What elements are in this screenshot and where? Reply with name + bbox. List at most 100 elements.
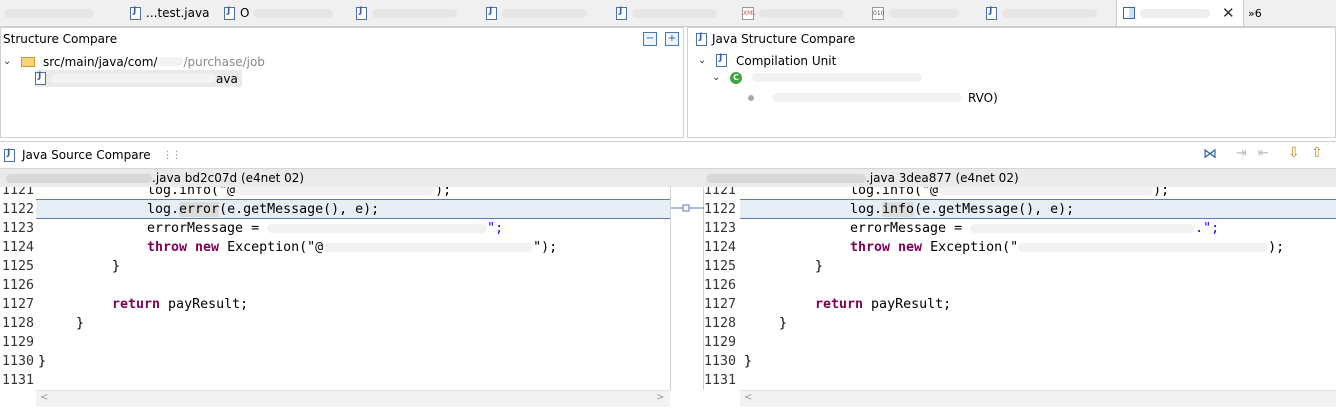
class-icon: C <box>730 71 742 84</box>
java-source-compare-header: Java Source Compare ⋮⋮ ⋈ ⇥ ⇤ ⇩ ⇧ <box>0 141 1336 167</box>
line-number: 1129 <box>2 335 35 350</box>
editor-tab[interactable]: XML <box>742 0 862 26</box>
code-line-changed: log.info(e.getMessage(), e); <box>850 202 1075 217</box>
structure-compare-header: Structure Compare <box>1 28 683 50</box>
xml-file-icon: XML <box>742 6 756 20</box>
tree-item-file[interactable]: ava <box>35 70 242 87</box>
line-number: 1127 <box>704 297 737 312</box>
package-folder-icon <box>21 56 35 67</box>
line-number: 1123 <box>2 221 35 236</box>
diff-connector <box>671 204 705 212</box>
code-line: errorMessage = ."; <box>850 221 1220 236</box>
java-file-icon <box>696 32 707 46</box>
copy-all-left-icon[interactable]: ⇤ <box>1258 146 1269 161</box>
line-number: 1127 <box>2 297 35 312</box>
java-file-icon <box>986 6 997 20</box>
line-number: 1123 <box>704 221 737 236</box>
line-number: 1122 <box>2 202 35 217</box>
editor-tab[interactable] <box>986 0 1110 26</box>
editor-tab-active[interactable]: ✕ <box>1116 0 1244 26</box>
compare-editor-icon <box>1123 7 1135 19</box>
java-file-icon <box>486 6 497 20</box>
code-line: log.info("@); <box>147 187 452 198</box>
next-difference-icon[interactable]: ⇩ <box>1288 145 1300 161</box>
scroll-left-icon[interactable]: < <box>40 392 48 403</box>
java-file-icon <box>356 6 367 20</box>
tree-item-method[interactable]: RVO) <box>748 89 998 106</box>
left-horizontal-scrollbar[interactable]: < > <box>36 390 670 407</box>
code-line: } <box>815 259 824 274</box>
editor-tab-bar: ...test.java O XML 010 <box>0 0 1336 27</box>
right-file-header: .java 3dea877 (e4net 02) <box>704 168 1336 187</box>
tree-item-compilation-unit[interactable]: ⌄ Compilation Unit <box>698 52 836 69</box>
code-line: return payResult; <box>815 297 952 312</box>
editor-tab[interactable]: ...test.java <box>130 0 220 26</box>
line-number: 1126 <box>704 278 737 293</box>
view-title: Java Source Compare <box>22 148 151 162</box>
chevron-down-icon: ⌄ <box>698 55 707 66</box>
view-title: Structure Compare <box>3 32 118 46</box>
code-line: } <box>744 354 753 369</box>
class-file-icon: 010 <box>872 6 884 20</box>
tab-overflow[interactable]: »6 <box>1248 0 1272 26</box>
editor-tab[interactable] <box>616 0 736 26</box>
scroll-left-icon[interactable]: < <box>744 392 752 403</box>
line-number: 1125 <box>2 259 35 274</box>
editor-tab[interactable] <box>356 0 476 26</box>
java-file-icon <box>35 71 46 85</box>
line-number: 1130 <box>704 354 737 369</box>
line-number: 1128 <box>2 316 35 331</box>
collapse-all-icon[interactable]: − <box>643 32 657 46</box>
code-line: } <box>38 354 47 369</box>
left-file-header: .java bd2c07d (e4net 02) <box>0 168 670 187</box>
chevron-down-icon: ⌄ <box>712 72 721 83</box>
code-line: } <box>76 316 85 331</box>
line-number: 1131 <box>2 373 35 388</box>
swap-sides-icon[interactable]: ⋈ <box>1203 146 1217 162</box>
diff-connector-gutter <box>670 187 705 390</box>
java-structure-compare-view: Java Structure Compare ⌄ Compilation Uni… <box>687 27 1336 138</box>
line-number: 1129 <box>704 335 737 350</box>
line-number: 1124 <box>2 240 35 255</box>
expand-all-icon[interactable]: + <box>665 32 679 46</box>
close-icon[interactable]: ✕ <box>1222 4 1235 22</box>
line-number: 1131 <box>704 373 737 388</box>
editor-tab[interactable] <box>486 0 606 26</box>
line-number: 1126 <box>2 278 35 293</box>
changed-token: info <box>882 202 915 217</box>
right-horizontal-scrollbar[interactable]: < <box>740 390 1336 407</box>
drag-handle-icon[interactable]: ⋮⋮ <box>163 150 182 161</box>
code-line: } <box>112 259 121 274</box>
line-number: 1124 <box>704 240 737 255</box>
right-code-pane[interactable]: 1121 1122 1123 1124 1125 1126 1127 1128 … <box>704 187 1336 390</box>
editor-tab[interactable] <box>4 0 122 26</box>
structure-compare-view: Structure Compare − + ⌄ src/main/java/co… <box>0 27 684 138</box>
compilation-unit-icon <box>716 53 727 67</box>
method-icon <box>748 94 754 101</box>
code-line: } <box>779 316 788 331</box>
editor-tab[interactable]: 010 <box>872 0 972 26</box>
code-line: throw new Exception("@ "); <box>147 240 558 255</box>
left-code-pane[interactable]: 1121 1122 1123 1124 1125 1126 1127 1128 … <box>0 187 670 390</box>
java-file-icon <box>616 6 627 20</box>
code-line-changed: log.error(e.getMessage(), e); <box>147 202 380 217</box>
previous-difference-icon[interactable]: ⇧ <box>1311 145 1323 161</box>
java-structure-compare-header: Java Structure Compare <box>688 28 1335 50</box>
java-file-icon <box>224 6 235 20</box>
line-number: 1130 <box>2 354 35 369</box>
code-line: errorMessage = "; <box>147 221 504 236</box>
code-line: log.info("@); <box>850 187 1170 198</box>
code-line: throw new Exception("); <box>850 240 1285 255</box>
line-number: 1128 <box>704 316 737 331</box>
line-number: 1125 <box>704 259 737 274</box>
line-number: 1121 <box>704 187 737 198</box>
editor-tab[interactable]: O <box>224 0 344 26</box>
code-line: return payResult; <box>112 297 249 312</box>
copy-all-right-icon[interactable]: ⇥ <box>1236 146 1247 161</box>
line-number: 1122 <box>704 202 737 217</box>
tree-item-package[interactable]: ⌄ src/main/java/com/ /purchase/job <box>3 53 265 70</box>
tree-item-class[interactable]: ⌄ C <box>712 69 922 86</box>
center-header-spacer <box>670 168 704 187</box>
changed-token: error <box>179 202 220 217</box>
scroll-right-icon[interactable]: > <box>656 392 664 403</box>
